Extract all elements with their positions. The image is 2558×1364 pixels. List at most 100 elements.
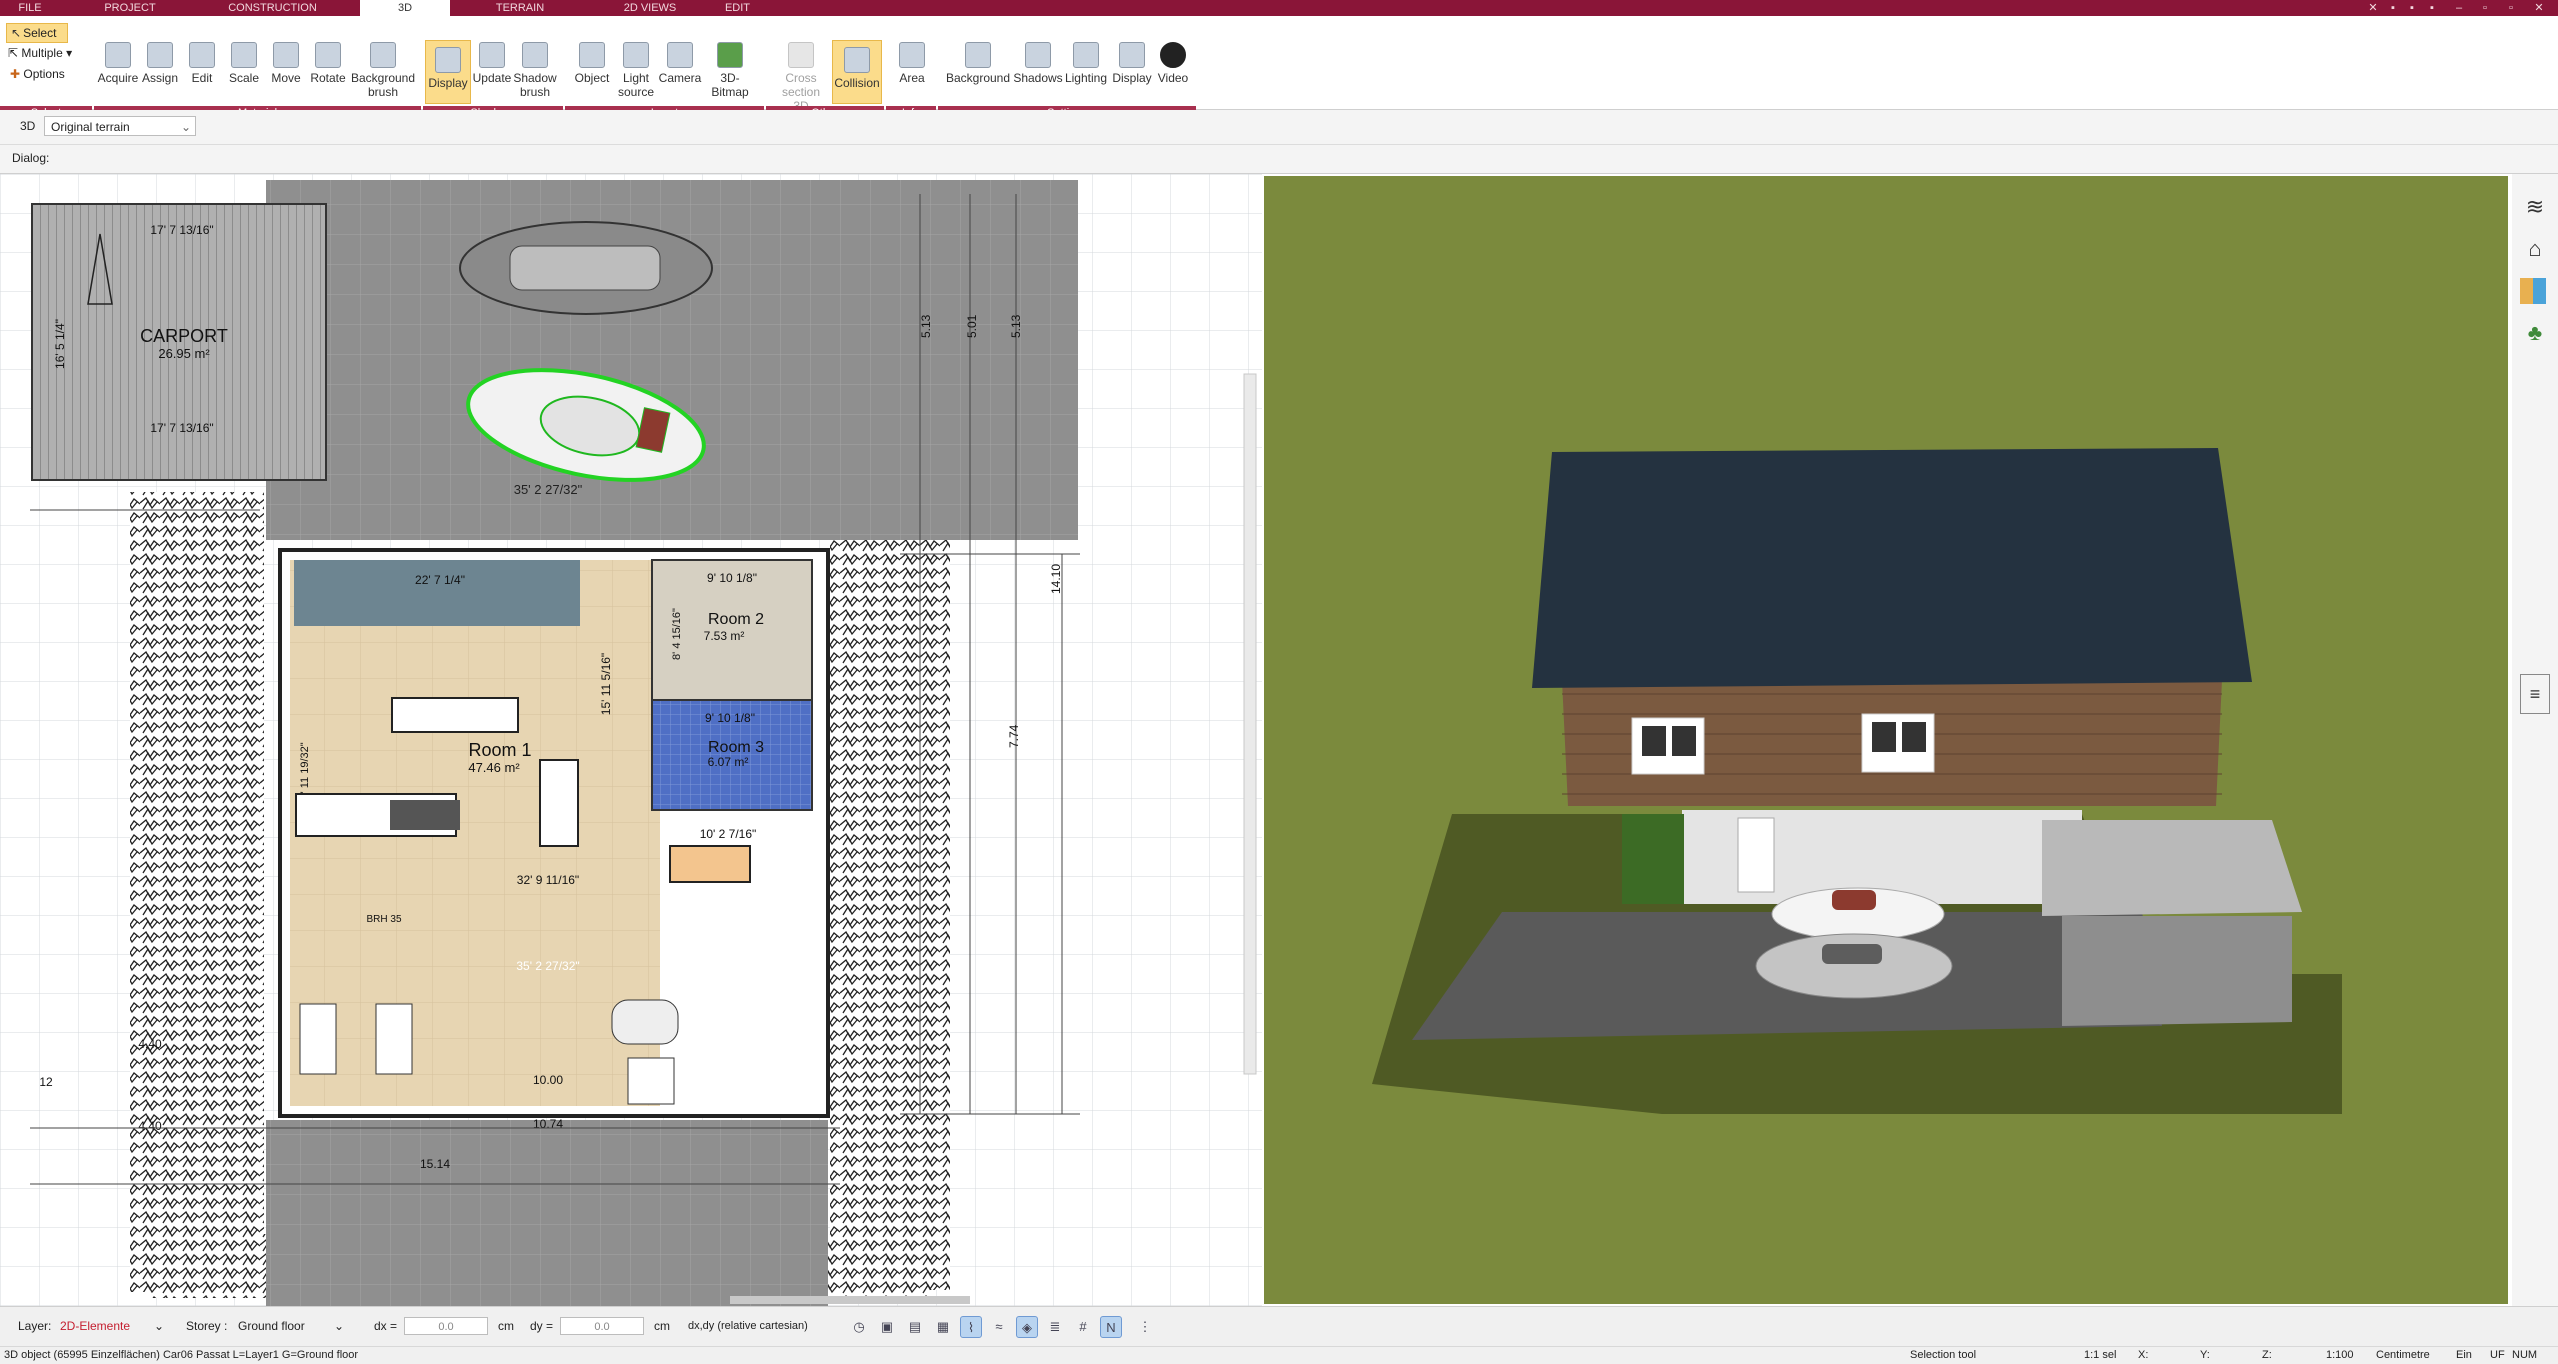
chevron-down-icon[interactable]: ⌄ bbox=[334, 1317, 344, 1335]
chair-icon[interactable]: ⌂ bbox=[2520, 236, 2550, 266]
cooktop[interactable] bbox=[390, 800, 460, 830]
clock-icon[interactable]: ◷ bbox=[848, 1316, 870, 1338]
plan-scrollbar-vertical[interactable] bbox=[1243, 373, 1257, 1075]
ortho-icon[interactable]: ≈ bbox=[988, 1316, 1010, 1338]
more-icon[interactable]: ⋮ bbox=[1134, 1316, 1156, 1338]
info-bar: 3D object (65995 Einzelflächen) Car06 Pa… bbox=[0, 1346, 2558, 1364]
assign-button[interactable]: Assign bbox=[136, 36, 184, 85]
rotate-button[interactable]: Rotate bbox=[304, 36, 352, 85]
collision-button[interactable]: Collision bbox=[832, 40, 882, 104]
lighting-button[interactable]: Lighting bbox=[1060, 36, 1112, 85]
dim-v5: 7.74 bbox=[1007, 724, 1021, 748]
tree-sidebar-icon[interactable]: ♣ bbox=[2520, 320, 2550, 350]
area-button[interactable]: Area bbox=[888, 36, 936, 85]
window-icon[interactable]: ▫ bbox=[2478, 1, 2492, 15]
coord-mode-select[interactable]: dx,dy (relative cartesian) bbox=[688, 1317, 808, 1335]
light-source-button[interactable]: Light source bbox=[612, 36, 660, 99]
tab-file[interactable]: FILE bbox=[0, 0, 60, 16]
planter[interactable] bbox=[627, 1057, 675, 1105]
parking-bench-2[interactable] bbox=[375, 1003, 413, 1075]
snap-icon[interactable]: ▣ bbox=[876, 1316, 898, 1338]
3d-bitmap-button[interactable]: 3D-Bitmap bbox=[702, 36, 758, 99]
about-icon[interactable]: ▪ bbox=[2425, 1, 2439, 15]
options-button[interactable]: ✚ Options bbox=[10, 67, 65, 81]
tab-terrain[interactable]: TERRAIN bbox=[455, 0, 585, 16]
sofa[interactable] bbox=[539, 759, 579, 847]
chevron-down-icon[interactable]: ⌄ bbox=[154, 1317, 164, 1335]
print-icon[interactable]: ▤ bbox=[904, 1316, 926, 1338]
pointer-icon: ↖ bbox=[11, 26, 22, 40]
floor-plan-view[interactable]: CARPORT 26.95 m² 17' 7 13/16" 17' 7 13/1… bbox=[0, 174, 1262, 1306]
tab-construction[interactable]: CONSTRUCTION bbox=[200, 0, 345, 16]
shadows-icon bbox=[1025, 42, 1051, 68]
edit-button[interactable]: Edit bbox=[178, 36, 226, 85]
tab-3d[interactable]: 3D bbox=[360, 0, 450, 16]
settings-icon[interactable]: ▪ bbox=[2405, 1, 2419, 15]
select-button[interactable]: ↖ Select bbox=[6, 23, 68, 43]
car-bottom[interactable] bbox=[611, 999, 679, 1045]
parking-bench-1[interactable] bbox=[299, 1003, 337, 1075]
tab-project[interactable]: PROJECT bbox=[60, 0, 200, 16]
dim-room-2: 9' 10 1/8" bbox=[707, 571, 757, 585]
kitchen-island[interactable] bbox=[391, 697, 519, 733]
car-3d-white bbox=[1771, 887, 1945, 941]
grid-icon[interactable]: # bbox=[1072, 1316, 1094, 1338]
3d-view[interactable] bbox=[1262, 174, 2528, 1306]
acquire-button[interactable]: Acquire bbox=[94, 36, 142, 85]
background-button[interactable]: Background bbox=[944, 36, 1012, 85]
x-coordinate: X: bbox=[2138, 1349, 2149, 1361]
car-top-grey[interactable] bbox=[459, 221, 713, 315]
materials-icon[interactable] bbox=[2520, 278, 2550, 308]
room-3-area: 6.07 m² bbox=[708, 755, 749, 769]
cross-section-3d-button[interactable]: Cross section 3D bbox=[774, 36, 828, 113]
area-icon bbox=[899, 42, 925, 68]
object-button[interactable]: Object bbox=[568, 36, 616, 85]
dx-input[interactable]: 0.0 bbox=[404, 1317, 488, 1335]
shadow-brush-button[interactable]: Shadow brush bbox=[510, 36, 560, 99]
move-button[interactable]: Move bbox=[262, 36, 310, 85]
room-1-area: 47.46 m² bbox=[468, 760, 520, 775]
object-icon bbox=[579, 42, 605, 68]
object-snap-icon[interactable]: ◈ bbox=[1016, 1316, 1038, 1338]
view-toolbar: 3D Original terrain ⌄ bbox=[0, 110, 2558, 145]
close-icon[interactable]: ✕ bbox=[2532, 1, 2546, 15]
view-label: 3D bbox=[20, 119, 36, 133]
layers-icon[interactable]: ≋ bbox=[2520, 194, 2550, 224]
dialog-bar: Dialog: bbox=[0, 145, 2558, 174]
layers-small-icon[interactable]: ≣ bbox=[1044, 1316, 1066, 1338]
camera-button[interactable]: Camera bbox=[656, 36, 704, 85]
scale-button[interactable]: Scale bbox=[220, 36, 268, 85]
video-button[interactable]: Video bbox=[1150, 36, 1196, 85]
tools-icon[interactable]: ✕ bbox=[2366, 1, 2380, 15]
polyline-icon[interactable]: ⌇ bbox=[960, 1316, 982, 1338]
paved-area-bottom bbox=[266, 1120, 828, 1306]
dy-input[interactable]: 0.0 bbox=[560, 1317, 644, 1335]
dim-dining: 10' 2 7/16" bbox=[700, 827, 757, 841]
dx-unit: cm bbox=[498, 1319, 514, 1333]
unit-indicator: Centimetre bbox=[2376, 1349, 2430, 1361]
help-icon[interactable]: ▪ bbox=[2386, 1, 2400, 15]
tab-edit[interactable]: EDIT bbox=[715, 0, 760, 16]
plan-scrollbar-horizontal[interactable] bbox=[730, 1296, 970, 1304]
minimize-icon[interactable]: – bbox=[2452, 1, 2466, 15]
hamburger-icon[interactable]: ≡ bbox=[2520, 674, 2550, 714]
staircase[interactable] bbox=[294, 560, 580, 626]
multiple-icon: ⇱ bbox=[8, 46, 19, 60]
dining-table[interactable] bbox=[669, 845, 751, 883]
storey-select[interactable]: Ground floor bbox=[238, 1317, 305, 1335]
north-icon[interactable]: N bbox=[1100, 1316, 1122, 1338]
tab-2d-views[interactable]: 2D VIEWS bbox=[585, 0, 715, 16]
status-toolbar: Layer: 2D-Elemente ⌄ Storey : Ground flo… bbox=[0, 1306, 2558, 1347]
display-settings-button[interactable]: Display bbox=[1108, 36, 1156, 85]
background-brush-button[interactable]: Background brush bbox=[350, 36, 416, 99]
terrain-select[interactable]: Original terrain ⌄ bbox=[44, 116, 196, 136]
shadows-display-button[interactable]: Display bbox=[425, 40, 471, 104]
shadows-button[interactable]: Shadows bbox=[1012, 36, 1064, 85]
eraser-icon[interactable]: ▦ bbox=[932, 1316, 954, 1338]
multiple-dropdown[interactable]: ⇱ Multiple ▾ bbox=[8, 46, 72, 60]
layer-select[interactable]: 2D-Elemente bbox=[60, 1317, 130, 1335]
update-button[interactable]: Update bbox=[468, 36, 516, 85]
dim-v2: 5.01 bbox=[965, 314, 979, 338]
display-icon bbox=[435, 47, 461, 73]
restore-icon[interactable]: ▫ bbox=[2504, 1, 2518, 15]
